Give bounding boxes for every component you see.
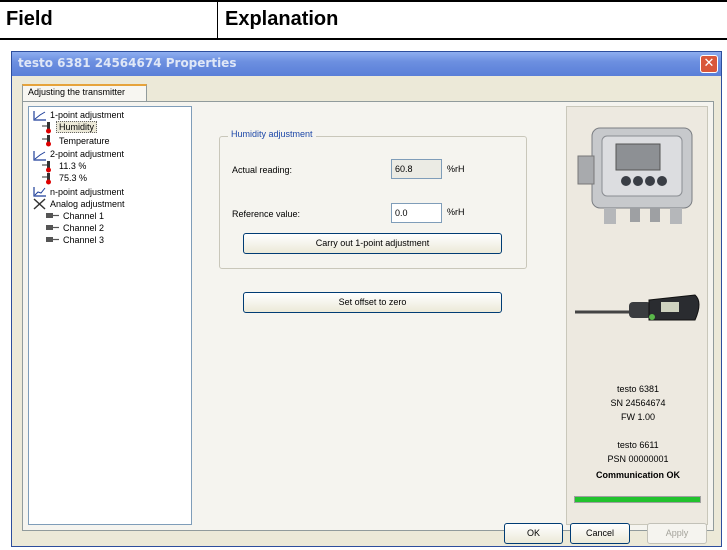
thermometer-icon bbox=[42, 135, 51, 147]
reference-value-label: Reference value: bbox=[232, 209, 301, 219]
close-icon[interactable]: ✕ bbox=[700, 55, 718, 73]
tree-item-2-point-high[interactable]: 75.3 % bbox=[59, 173, 87, 183]
carry-out-adjustment-button[interactable]: Carry out 1-point adjustment bbox=[243, 233, 502, 254]
column-separator bbox=[217, 2, 218, 38]
tree-item-2-point[interactable]: 2-point adjustment bbox=[50, 149, 124, 159]
actual-reading-unit: %rH bbox=[447, 164, 465, 174]
properties-window: testo 6381 24564674 Properties ✕ Adjusti… bbox=[11, 51, 722, 547]
tree-item-channel-2[interactable]: Channel 2 bbox=[63, 223, 104, 233]
window-title: testo 6381 24564674 Properties bbox=[18, 56, 237, 70]
thermometer-icon bbox=[42, 173, 51, 185]
apply-button[interactable]: Apply bbox=[647, 523, 707, 544]
tree-item-channel-3[interactable]: Channel 3 bbox=[63, 235, 104, 245]
chart-icon bbox=[33, 151, 46, 161]
group-title: Humidity adjustment bbox=[228, 129, 316, 139]
title-bar[interactable]: testo 6381 24564674 Properties ✕ bbox=[12, 52, 721, 76]
probe-model: testo 6611 bbox=[617, 440, 659, 450]
tree-item-1-point[interactable]: 1-point adjustment bbox=[50, 110, 124, 120]
probe-image bbox=[575, 294, 700, 321]
chart-icon bbox=[33, 187, 46, 197]
communication-status: Communication OK bbox=[595, 470, 680, 480]
tree-item-channel-1[interactable]: Channel 1 bbox=[63, 211, 104, 221]
tree-item-analog[interactable]: Analog adjustment bbox=[50, 199, 125, 209]
tree-item-temperature[interactable]: Temperature bbox=[59, 136, 110, 146]
field-column-header: Field bbox=[6, 8, 53, 30]
transmitter-image bbox=[577, 127, 693, 224]
top-rule bbox=[0, 0, 727, 2]
reference-value-unit: %rH bbox=[447, 207, 465, 217]
bottom-rule bbox=[0, 38, 727, 40]
plug-icon bbox=[46, 213, 59, 218]
adjustment-tree[interactable]: 1-point adjustment Humidity Temperature … bbox=[28, 106, 192, 525]
tree-item-2-point-low[interactable]: 11.3 % bbox=[59, 161, 86, 171]
actual-reading-label: Actual reading: bbox=[232, 165, 293, 175]
set-offset-zero-button[interactable]: Set offset to zero bbox=[243, 292, 502, 313]
cancel-button[interactable]: Cancel bbox=[570, 523, 630, 544]
tab-label: Adjusting the transmitter bbox=[28, 87, 126, 97]
thermometer-icon bbox=[42, 122, 51, 134]
actual-reading-field: 60.8 bbox=[391, 159, 442, 179]
device-info-panel: testo 6381 SN 24564674 FW 1.00 testo 661… bbox=[566, 106, 708, 525]
tree-item-n-point[interactable]: n-point adjustment bbox=[50, 187, 124, 197]
device-serial: SN 24564674 bbox=[610, 398, 666, 408]
tools-icon bbox=[33, 198, 46, 210]
device-model: testo 6381 bbox=[616, 384, 660, 394]
probe-serial: PSN 00000001 bbox=[607, 454, 669, 464]
tree-item-humidity[interactable]: Humidity bbox=[56, 121, 98, 133]
device-firmware: FW 1.00 bbox=[620, 412, 655, 422]
plug-icon bbox=[46, 225, 59, 230]
plug-icon bbox=[46, 237, 59, 242]
thermometer-icon bbox=[42, 161, 51, 173]
explanation-column-header: Explanation bbox=[225, 8, 339, 30]
doc-table-header: Field Explanation bbox=[0, 0, 727, 40]
ok-button[interactable]: OK bbox=[504, 523, 563, 544]
status-progress-fill bbox=[575, 497, 700, 502]
chart-icon bbox=[33, 111, 46, 121]
status-progress-bar bbox=[574, 496, 701, 503]
reference-value-input[interactable]: 0.0 bbox=[391, 203, 442, 223]
tab-adjusting-transmitter[interactable]: Adjusting the transmitter bbox=[22, 84, 147, 102]
